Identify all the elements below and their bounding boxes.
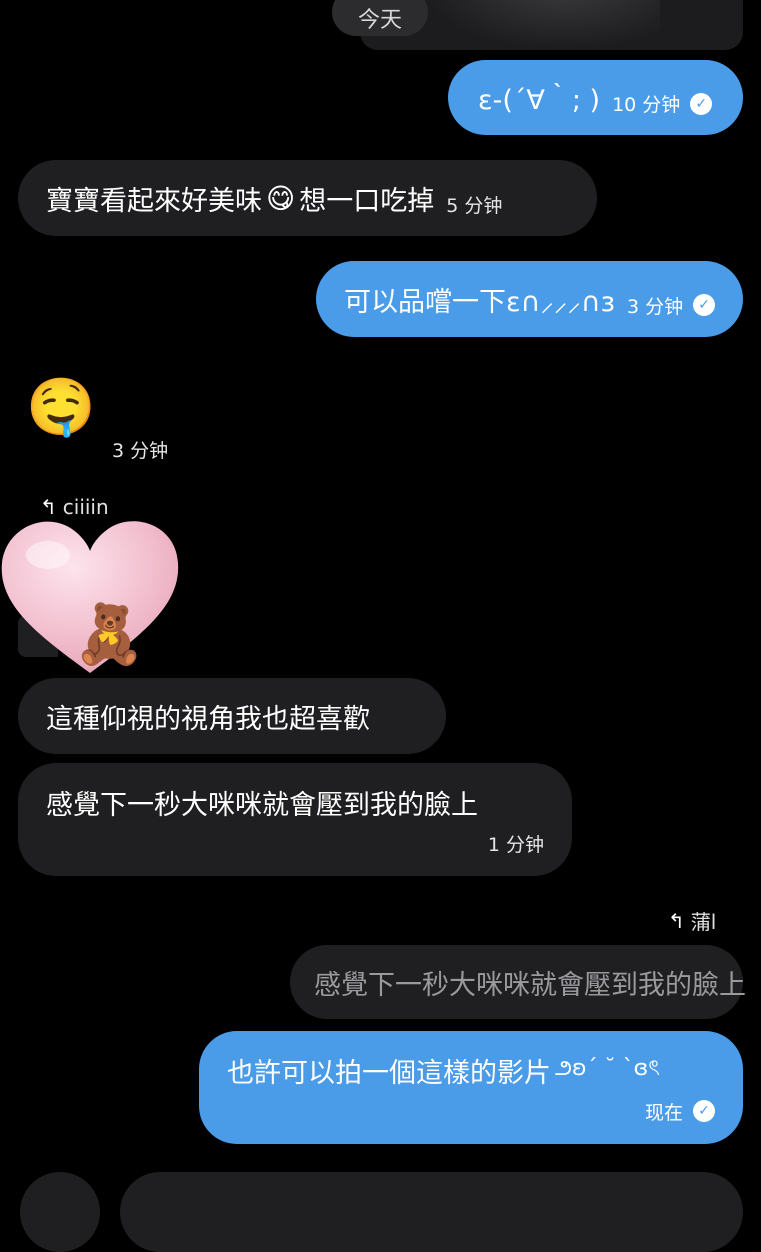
message-time: 3 分钟 [112,440,169,462]
message-text: 這種仰視的視角我也超喜歡 [46,703,370,735]
message-text-continued: 想一口吃掉 [299,185,435,217]
message-bubble-outgoing[interactable]: ε-(´∀｀; ) 10 分钟 ✓ [448,60,743,135]
message-bubble-incoming[interactable]: 這種仰視的視角我也超喜歡 [18,678,446,754]
quoted-text: 感覺下一秒大咪咪就會壓到我的臉上 [314,969,746,1001]
message-text: ε-(´∀｀; ) [478,85,601,116]
message-text: 可以品嚐一下ε∩⸝⸝⸝∩з [344,286,615,318]
message-time: 10 分钟 [612,94,681,116]
message-bubble-outgoing[interactable]: 可以品嚐一下ε∩⸝⸝⸝∩з 3 分钟 ✓ [316,261,743,337]
message-bubble-outgoing[interactable]: 也許可以拍一個這樣的影片 ౨ʚ´ ˘ `ɞৎ 现在 ✓ [199,1031,743,1144]
quoted-message[interactable]: 感覺下一秒大咪咪就會壓到我的臉上 [290,945,746,1019]
message-time: 5 分钟 [446,194,503,217]
teddy-bear-sticker: 🧸 [73,600,146,668]
message-input[interactable] [120,1172,743,1252]
message-text: 感覺下一秒大咪咪就會壓到我的臉上 [46,789,478,821]
message-text: 寶寶看起來好美味 [46,185,262,217]
message-text: 也許可以拍一個這樣的影片 [227,1057,551,1089]
reply-to-name: 蒲l [690,910,717,934]
kaomoji: ౨ʚ´ ˘ `ɞৎ [555,1055,660,1081]
camera-button[interactable] [20,1172,100,1252]
reply-indicator: ↰ 蒲l [668,906,716,935]
message-time: 1 分钟 [487,833,544,856]
heart-sticker[interactable]: 🧸 [0,505,183,680]
message-time: 3 分钟 [626,295,684,318]
reply-arrow-icon: ↰ [668,908,685,933]
message-bubble-incoming[interactable]: 感覺下一秒大咪咪就會壓到我的臉上 1 分钟 [18,763,572,876]
drooling-face-emoji: 🤤 [26,375,96,440]
media-thumbnail [420,0,660,50]
yum-face-emoji: 😋 [266,181,296,215]
check-icon: ✓ [693,1100,715,1122]
check-icon: ✓ [690,92,713,115]
message-time: 现在 [644,1101,683,1124]
message-bubble-incoming[interactable]: 寶寶看起來好美味 😋 想一口吃掉 5 分钟 [18,160,597,236]
emoji-message[interactable]: 🤤 [26,380,96,436]
date-divider: 今天 [332,0,428,36]
check-icon: ✓ [693,294,716,316]
